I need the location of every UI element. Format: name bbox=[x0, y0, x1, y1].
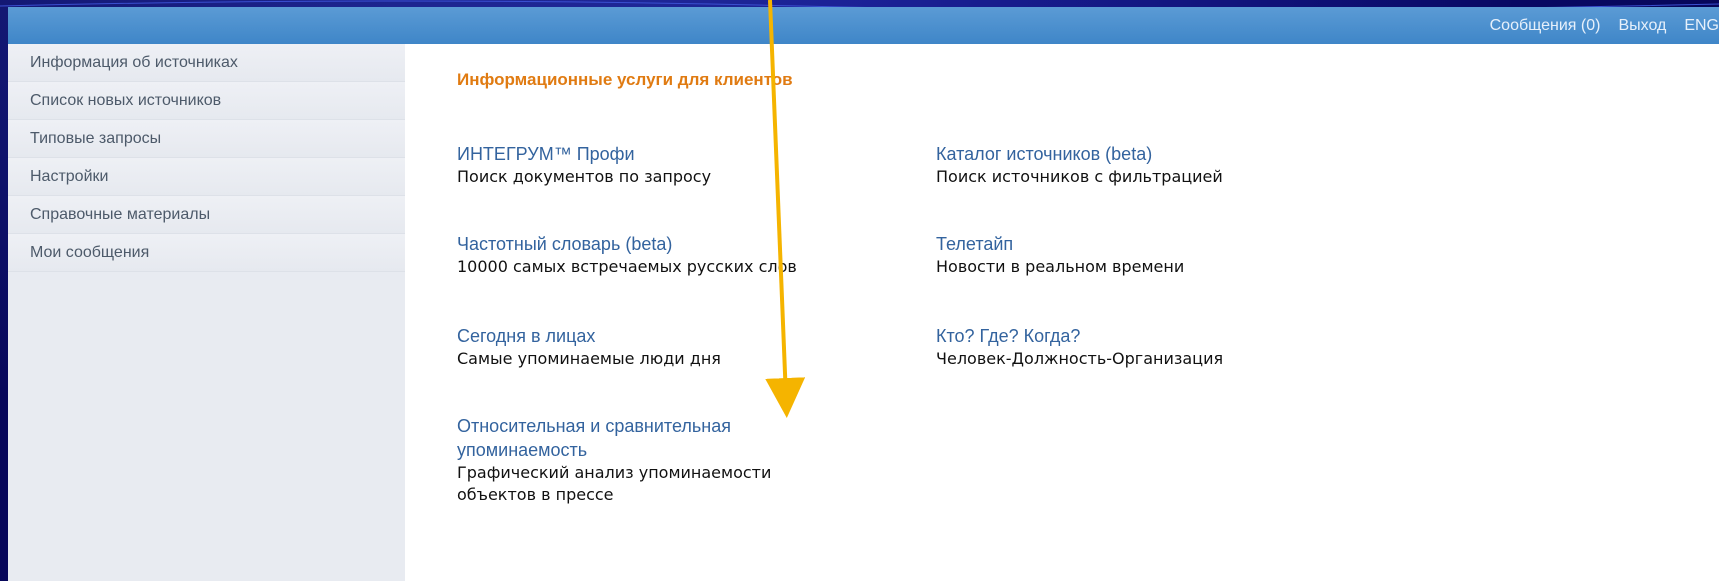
service-link[interactable]: Относительная и сравнительная упоминаемо… bbox=[457, 414, 837, 462]
service-description: Новости в реальном времени bbox=[936, 257, 1185, 276]
service-description: Самые упоминаемые люди дня bbox=[457, 349, 721, 368]
sidebar-item-reference[interactable]: Справочные материалы bbox=[8, 196, 405, 234]
sidebar-item-my-messages[interactable]: Мои сообщения bbox=[8, 234, 405, 272]
page-title: Информационные услуги для клиентов bbox=[457, 70, 793, 89]
service-description: 10000 самых встречаемых русских слов bbox=[457, 257, 797, 276]
sidebar: Информация об источниках Список новых ис… bbox=[8, 44, 405, 581]
service-teletype: Телетайп Новости в реальном времени bbox=[936, 232, 1456, 278]
service-description: Поиск документов по запросу bbox=[457, 167, 712, 186]
top-links: Сообщения (0) Выход ENG bbox=[1490, 7, 1719, 44]
service-description: Поиск источников с фильтрацией bbox=[936, 167, 1223, 186]
logout-link[interactable]: Выход bbox=[1618, 17, 1666, 35]
sidebar-item-new-sources[interactable]: Список новых источников bbox=[8, 82, 405, 120]
service-today-in-faces: Сегодня в лицах Самые упоминаемые люди д… bbox=[457, 324, 977, 370]
service-frequency-dictionary: Частотный словарь (beta) 10000 самых вст… bbox=[457, 232, 977, 278]
sidebar-item-typical-queries[interactable]: Типовые запросы bbox=[8, 120, 405, 158]
service-source-catalog: Каталог источников (beta) Поиск источник… bbox=[936, 142, 1456, 188]
sidebar-item-sources-info[interactable]: Информация об источниках bbox=[8, 44, 405, 82]
sidebar-item-settings[interactable]: Настройки bbox=[8, 158, 405, 196]
service-description: Человек-Должность-Организация bbox=[936, 349, 1224, 368]
messages-link[interactable]: Сообщения (0) bbox=[1490, 17, 1601, 35]
service-link[interactable]: Частотный словарь (beta) bbox=[457, 232, 977, 256]
service-link[interactable]: Телетайп bbox=[936, 232, 1456, 256]
service-integrum-profi: ИНТЕГРУМ™ Профи Поиск документов по запр… bbox=[457, 142, 977, 188]
service-link[interactable]: Каталог источников (beta) bbox=[936, 142, 1456, 166]
service-description: Графический анализ упоминаемости объекто… bbox=[457, 463, 772, 504]
service-link[interactable]: Кто? Где? Когда? bbox=[936, 324, 1456, 348]
screenshot-window: Сообщения (0) Выход ENG Информация об ис… bbox=[8, 7, 1719, 581]
service-mention-analysis: Относительная и сравнительная упоминаемо… bbox=[457, 414, 837, 506]
service-link[interactable]: ИНТЕГРУМ™ Профи bbox=[457, 142, 977, 166]
service-link[interactable]: Сегодня в лицах bbox=[457, 324, 977, 348]
top-bar: Сообщения (0) Выход ENG bbox=[8, 7, 1719, 44]
main-content: Информационные услуги для клиентов ИНТЕГ… bbox=[457, 44, 1687, 581]
language-link[interactable]: ENG bbox=[1684, 17, 1719, 35]
service-who-where-when: Кто? Где? Когда? Человек-Должность-Орган… bbox=[936, 324, 1456, 370]
